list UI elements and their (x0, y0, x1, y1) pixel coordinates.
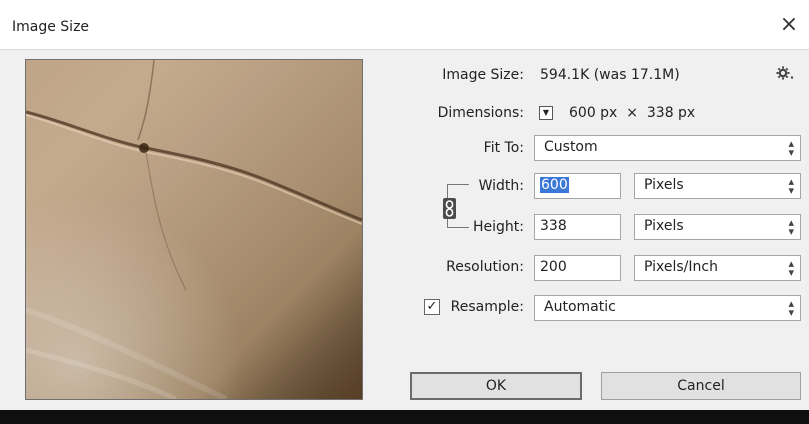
cancel-button[interactable]: Cancel (601, 372, 801, 400)
height-value: 338 (540, 218, 567, 234)
width-label: Width: (478, 178, 524, 194)
image-size-dialog: Image Size × Image Size: 594.1K (was 17.… (0, 0, 809, 410)
fit-to-value: Custom (544, 139, 598, 155)
image-preview[interactable] (25, 59, 363, 400)
fit-to-label: Fit To: (483, 140, 524, 156)
select-arrow-icon: ▴ ▾ (788, 137, 794, 159)
image-size-label: Image Size: (442, 67, 524, 83)
select-arrow-icon: ▴ ▾ (788, 175, 794, 197)
select-arrow-icon: ▴ ▾ (788, 257, 794, 279)
height-label: Height: (473, 219, 524, 235)
height-unit-value: Pixels (644, 218, 684, 234)
ok-button[interactable]: OK (410, 372, 582, 400)
resolution-label: Resolution: (446, 259, 524, 275)
dimensions-label: Dimensions: (437, 105, 524, 121)
resolution-unit-value: Pixels/Inch (644, 259, 718, 275)
chain-link-icon[interactable] (443, 198, 456, 219)
fit-to-select[interactable]: Custom ▴ ▾ (534, 135, 801, 161)
close-icon[interactable]: × (775, 10, 803, 38)
height-input[interactable]: 338 (534, 214, 621, 240)
checkmark-icon: ✓ (426, 299, 438, 314)
preview-image (26, 60, 362, 399)
dropdown-arrow-icon[interactable]: ▼ (539, 106, 553, 120)
select-arrow-icon: ▴ ▾ (788, 216, 794, 238)
height-unit-select[interactable]: Pixels ▴ ▾ (634, 214, 801, 240)
resample-label: Resample: (450, 299, 524, 315)
dimensions-value: 600 px × 338 px (569, 105, 696, 121)
resolution-unit-select[interactable]: Pixels/Inch ▴ ▾ (634, 255, 801, 281)
image-size-value: 594.1K (was 17.1M) (540, 67, 680, 83)
dialog-title: Image Size (12, 19, 90, 35)
resample-select[interactable]: Automatic ▴ ▾ (534, 295, 801, 321)
title-bar: Image Size × (0, 0, 809, 50)
resolution-value: 200 (540, 259, 567, 275)
width-unit-select[interactable]: Pixels ▴ ▾ (634, 173, 801, 199)
width-input[interactable]: 600 (534, 173, 621, 199)
width-value: 600 (540, 177, 569, 193)
select-arrow-icon: ▴ ▾ (788, 297, 794, 319)
resample-value: Automatic (544, 299, 616, 315)
resolution-input[interactable]: 200 (534, 255, 621, 281)
width-unit-value: Pixels (644, 177, 684, 193)
resample-checkbox[interactable]: ✓ (424, 299, 440, 315)
gear-icon[interactable] (776, 66, 794, 84)
